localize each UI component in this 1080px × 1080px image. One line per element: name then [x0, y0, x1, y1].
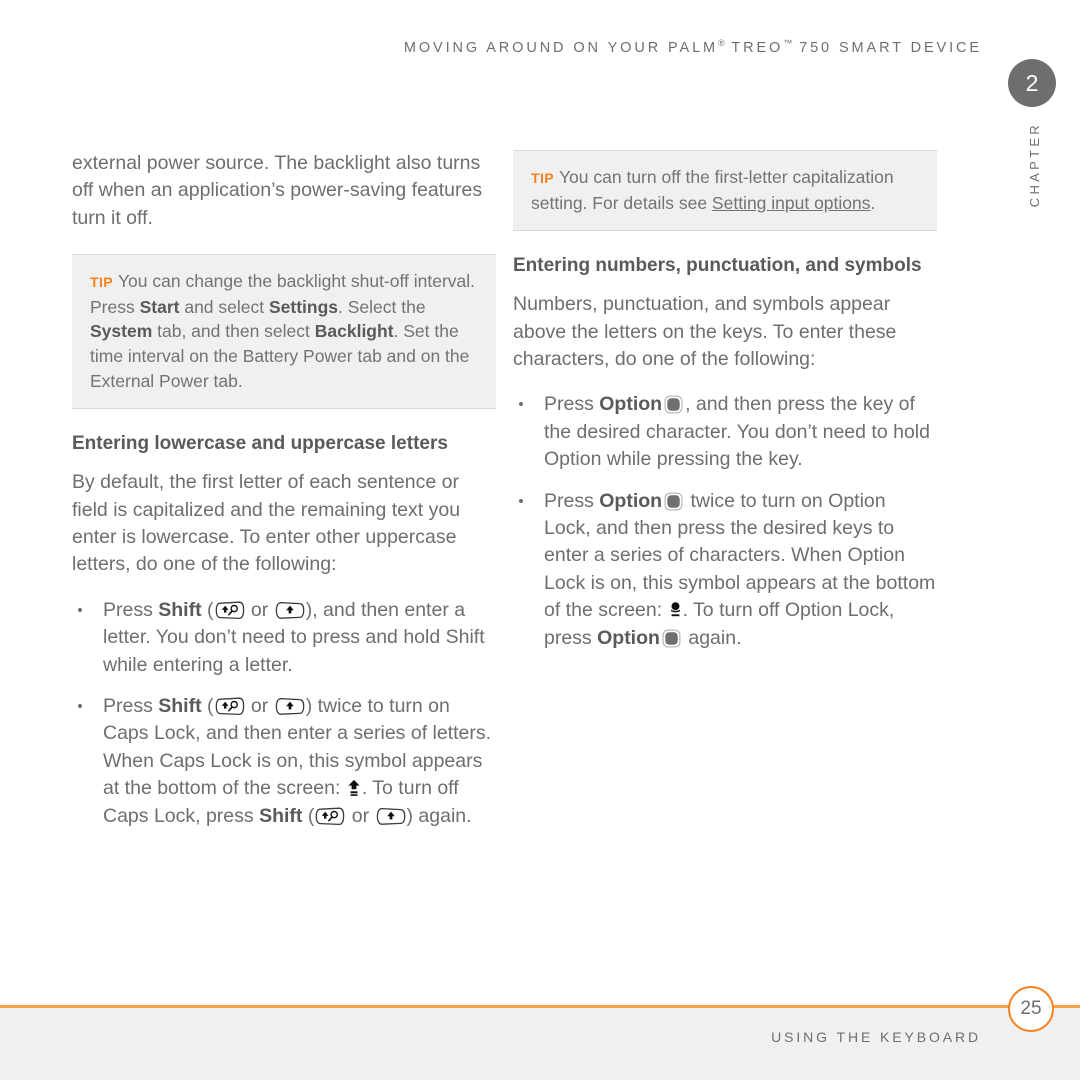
bullet2-before: Press	[103, 695, 159, 718]
bullet2-after-3: again.	[413, 804, 472, 827]
list-item: Press Option, and then press the key of …	[513, 391, 937, 473]
tip-bold-system: System	[90, 321, 153, 342]
option-lock-symbol	[669, 601, 682, 619]
chapter-label-vertical: CHAPTER	[1014, 122, 1054, 232]
option-key-icon	[664, 395, 683, 414]
trademark-mark-icon: ™	[783, 38, 793, 48]
heading-entering-lowercase-uppercase: Entering lowercase and uppercase letters	[72, 433, 448, 455]
page-footer: USING THE KEYBOARD 25	[0, 986, 1080, 1080]
page-title: MOVING AROUND ON YOUR PALM® TREO™ 750 SM…	[404, 38, 982, 56]
bullet1-before: Press	[103, 598, 159, 621]
paragraph-numbers: Numbers, punctuation, and symbols appear…	[513, 293, 897, 370]
rbullet1-before: Press	[544, 393, 600, 416]
bullet-dot-icon	[78, 704, 82, 709]
list-item: Press Shift ( or ), and then enter a let…	[72, 597, 496, 679]
bullet1-keyword-shift: Shift	[158, 598, 202, 621]
option-key-icon	[664, 492, 683, 511]
tip-text-part2: and select	[179, 296, 269, 317]
list-item: Press Option twice to turn on Option Loc…	[513, 488, 937, 652]
chapter-number: 2	[1025, 69, 1039, 96]
list-item: Press Shift ( or ) twice to turn on Caps…	[72, 693, 496, 830]
left-column: external power source. The backlight als…	[72, 150, 496, 830]
bullet2-paren-open-2: (	[302, 804, 315, 827]
page-number: 25	[1020, 998, 1042, 1019]
bullet2-keyword-shift-2: Shift	[259, 804, 303, 827]
shift-key-arrow-icon	[376, 807, 406, 826]
tip-label: TIP	[90, 274, 113, 291]
tip-label: TIP	[531, 170, 554, 186]
rbullet2-after-3: again.	[682, 626, 742, 649]
right-column: TIP You can turn off the first-letter cap…	[513, 150, 937, 652]
bullet-dot-icon	[519, 498, 523, 503]
caps-lock-arrow-symbol	[347, 779, 361, 797]
header-title-suffix: 750 SMART DEVICE	[792, 39, 982, 56]
rbullet2-keyword-option-2: Option	[597, 626, 660, 649]
tip-text-part4: tab, and then select	[152, 321, 315, 342]
bullet-list-numbers: Press Option, and then press the key of …	[513, 391, 937, 652]
bullet2-or-2: or	[346, 804, 375, 827]
shift-key-magnifier-icon	[215, 697, 245, 716]
shift-key-magnifier-icon	[315, 807, 345, 826]
rbullet2-before: Press	[544, 489, 600, 512]
bullet-list-uppercase: Press Shift ( or ), and then enter a let…	[72, 597, 496, 830]
tip-bold-settings: Settings	[268, 296, 339, 317]
bullet1-or: or	[245, 598, 274, 621]
bullet-dot-icon	[78, 607, 82, 612]
tip-box-capitalization: TIP You can turn off the first-letter cap…	[513, 150, 937, 232]
bullet2-paren-open: (	[201, 695, 214, 718]
header-title-mid: TREO	[724, 39, 784, 56]
paragraph-uppercase: By default, the first letter of each sen…	[72, 471, 461, 576]
header-title-prefix: MOVING AROUND ON YOUR PALM	[403, 39, 719, 56]
bullet-dot-icon	[519, 402, 523, 407]
shift-key-arrow-icon	[275, 697, 305, 716]
page-header: MOVING AROUND ON YOUR PALM® TREO™ 750 SM…	[0, 34, 1080, 207]
tip-text-part2: .	[870, 192, 876, 213]
rbullet1-keyword-option: Option	[599, 393, 663, 416]
bullet1-paren-open: (	[201, 598, 214, 621]
tip-box-backlight: TIP You can change the backlight shut-off…	[72, 254, 496, 410]
tip-bold-backlight: Backlight	[314, 321, 394, 342]
chapter-badge: 2	[1008, 59, 1056, 107]
footer-section-title: USING THE KEYBOARD	[771, 1029, 981, 1045]
shift-key-magnifier-icon	[215, 601, 245, 620]
rbullet2-keyword-option: Option	[599, 489, 663, 512]
bullet2-keyword-shift: Shift	[158, 695, 202, 718]
option-key-icon	[662, 629, 681, 648]
registered-mark-icon: ®	[718, 38, 725, 48]
shift-key-arrow-icon	[275, 601, 305, 620]
intro-paragraph: external power source. The backlight als…	[72, 152, 483, 229]
tip-bold-start: Start	[139, 296, 180, 317]
tip-link-setting-input-options[interactable]: Setting input options	[712, 193, 871, 213]
tip-text-part3: . Select the	[338, 296, 426, 317]
chapter-label: CHAPTER	[1026, 122, 1042, 208]
page-number-badge: 25	[1008, 986, 1054, 1032]
bullet2-or: or	[245, 695, 274, 718]
heading-entering-numbers-punctuation-symbols: Entering numbers, punctuation, and symbo…	[513, 255, 922, 277]
